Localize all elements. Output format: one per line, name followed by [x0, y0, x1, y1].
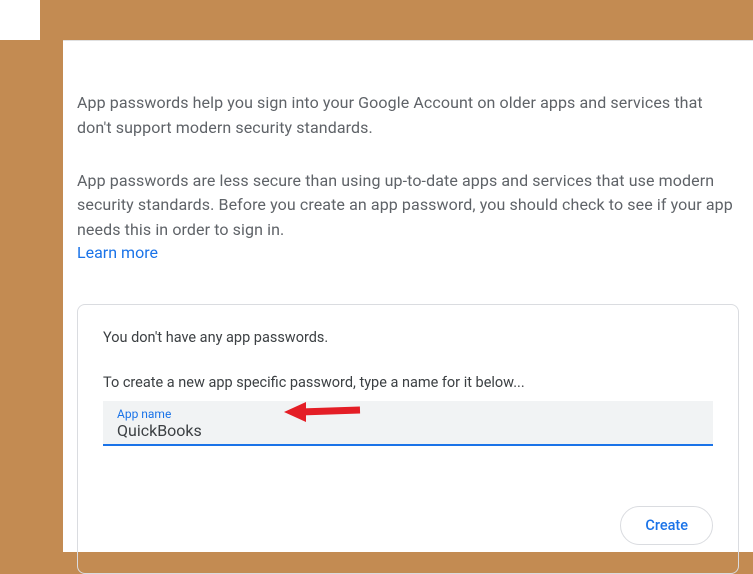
app-name-input[interactable] — [117, 421, 701, 440]
create-instruction-text: To create a new app specific password, t… — [103, 374, 713, 391]
no-passwords-text: You don't have any app passwords. — [103, 329, 713, 346]
main-panel: App passwords help you sign into your Go… — [63, 40, 753, 552]
learn-more-link[interactable]: Learn more — [77, 243, 158, 262]
intro-paragraph-1: App passwords help you sign into your Go… — [77, 91, 739, 141]
app-password-card: You don't have any app passwords. To cre… — [77, 304, 739, 574]
create-button[interactable]: Create — [620, 506, 713, 545]
app-name-label: App name — [117, 407, 701, 421]
content-inner: App passwords help you sign into your Go… — [63, 41, 753, 574]
intro-paragraph-2: App passwords are less secure than using… — [77, 169, 739, 243]
top-corner-block — [0, 0, 40, 40]
app-name-field-wrapper[interactable]: App name — [103, 401, 713, 446]
